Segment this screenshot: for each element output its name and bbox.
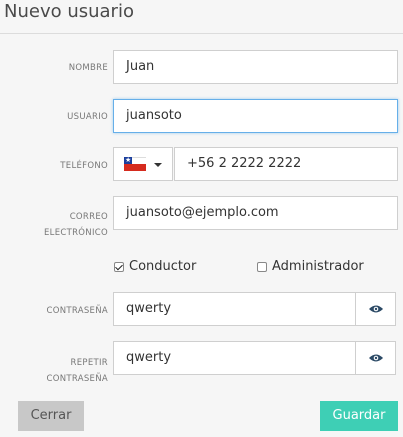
caret-down-icon [154, 163, 162, 167]
nombre-label: NOMBRE [68, 63, 108, 73]
usuario-input[interactable]: juansoto [113, 99, 398, 133]
repetir-label: REPETIR CONTRASEÑA [0, 355, 108, 387]
eye-icon [368, 305, 383, 313]
divider [0, 33, 403, 34]
conductor-label: Conductor [129, 259, 197, 274]
correo-label: CORREO ELECTRÓNICO [0, 209, 108, 241]
dialog-title: Nuevo usuario [4, 1, 134, 22]
telefono-input[interactable]: +56 2 2222 2222 [174, 147, 398, 181]
conductor-checkbox-row[interactable]: Conductor [114, 259, 196, 274]
correo-label-line1: CORREO [69, 212, 108, 222]
correo-input[interactable]: juansoto@ejemplo.com [113, 196, 398, 230]
eye-icon [368, 354, 383, 362]
contrasena-label: CONTRASEÑA [46, 306, 108, 316]
nombre-input[interactable]: Juan [113, 50, 398, 84]
close-button[interactable]: Cerrar [18, 401, 84, 431]
toggle-password-button[interactable] [356, 292, 396, 326]
usuario-label: USUARIO [67, 112, 108, 122]
administrador-checkbox-row[interactable]: Administrador [257, 259, 364, 274]
country-selector[interactable]: ★ [113, 147, 173, 181]
telefono-label: TELÉFONO [60, 161, 108, 171]
correo-label-line2: ELECTRÓNICO [44, 228, 108, 238]
repetir-input[interactable]: qwerty [113, 341, 356, 375]
repetir-label-line2: CONTRASEÑA [46, 374, 108, 384]
toggle-repeat-password-button[interactable] [356, 341, 396, 375]
repetir-label-line1: REPETIR [70, 358, 108, 368]
contrasena-input[interactable]: qwerty [113, 292, 356, 326]
administrador-checkbox[interactable] [257, 261, 267, 272]
save-button[interactable]: Guardar [320, 401, 398, 431]
conductor-checkbox[interactable] [114, 261, 124, 272]
chile-flag-icon: ★ [124, 157, 146, 171]
administrador-label: Administrador [272, 259, 364, 274]
